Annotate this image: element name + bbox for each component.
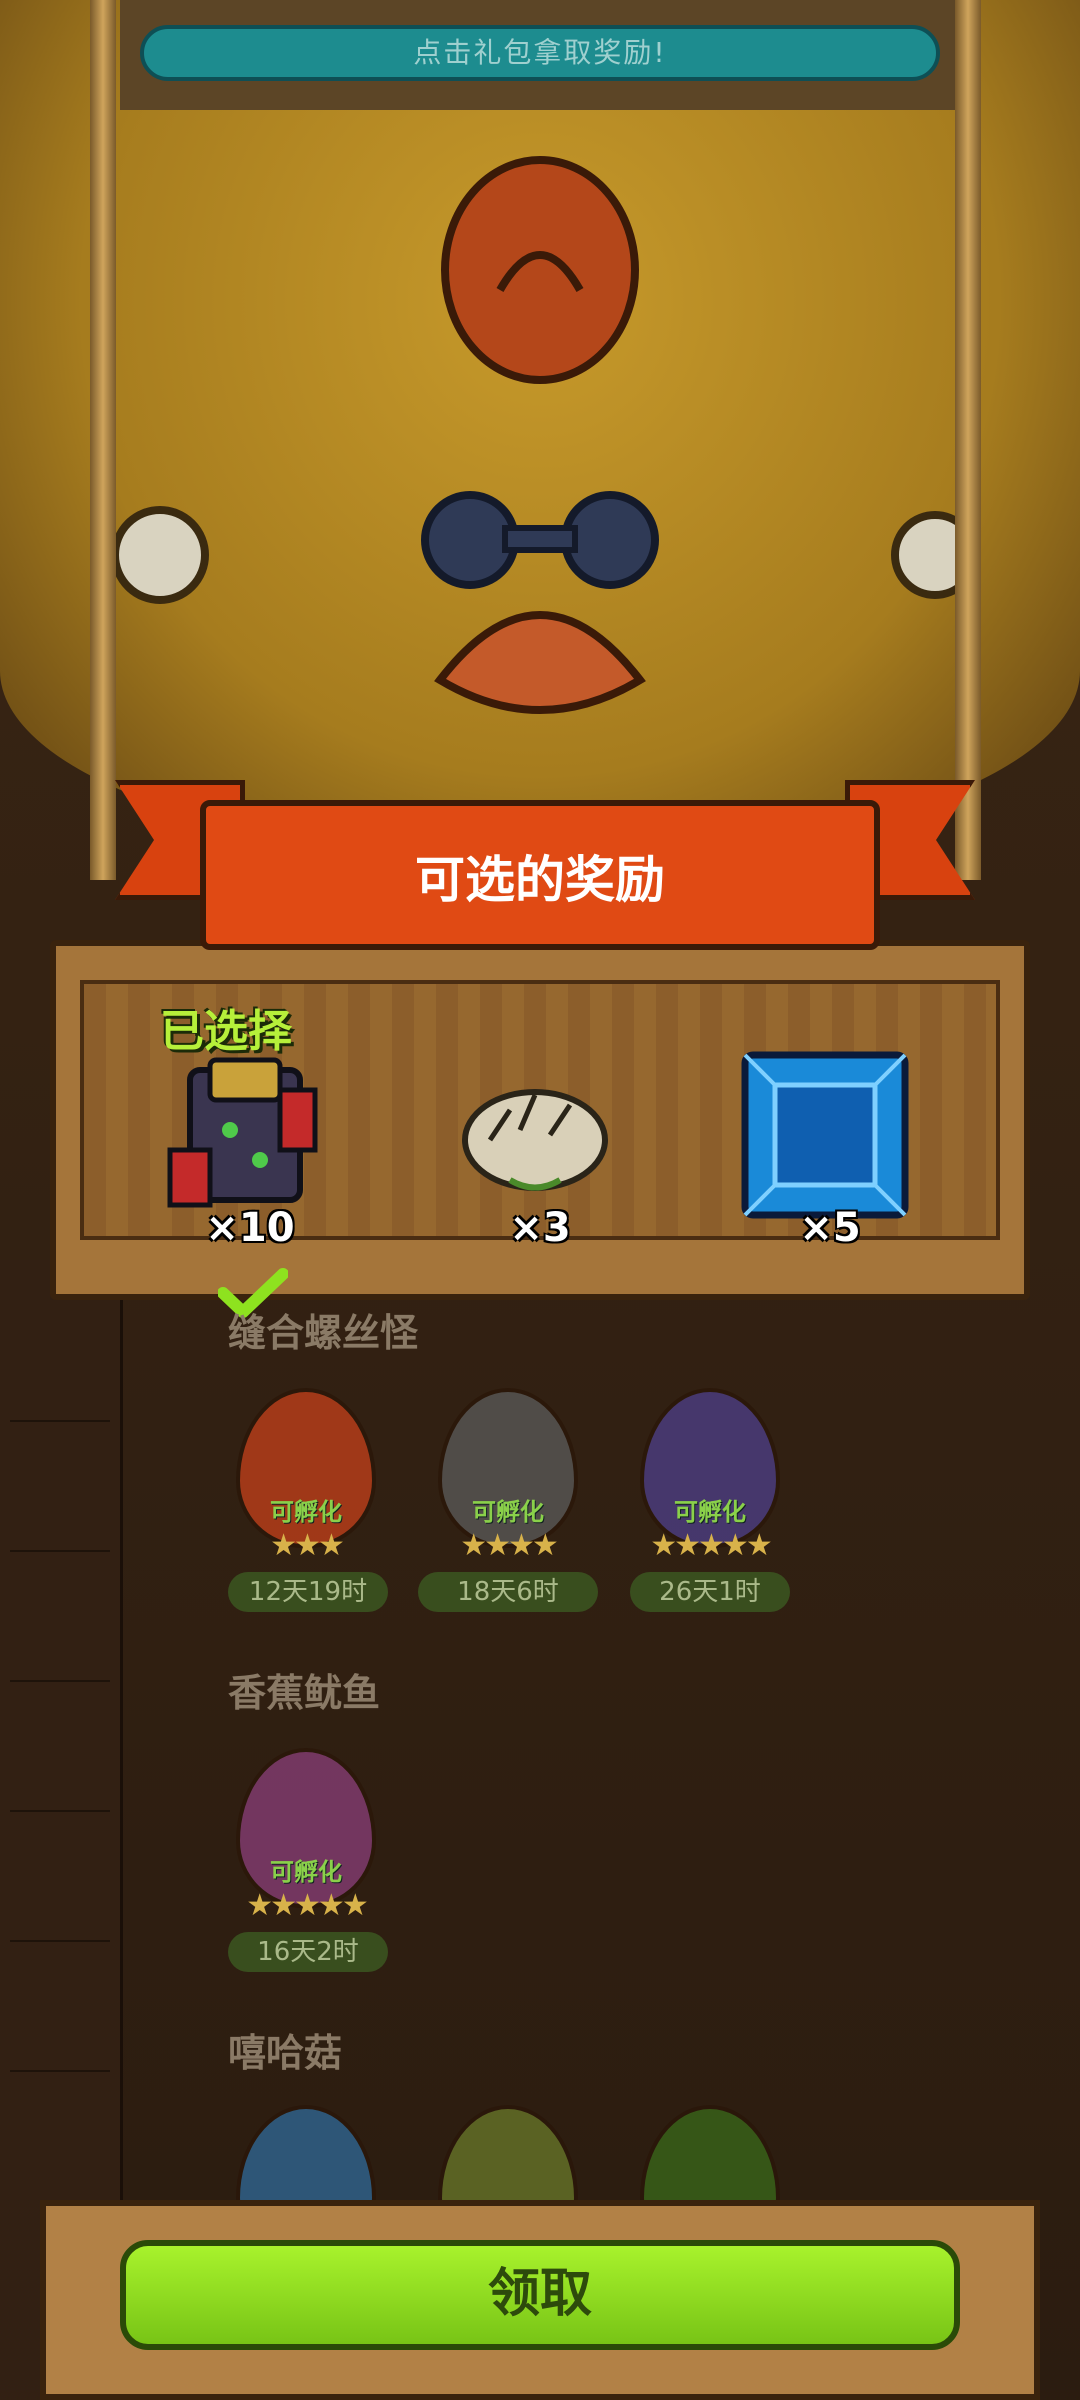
sidebar-item-banana-squid[interactable] (10, 1300, 110, 1422)
reward-qty-1: ×10 (205, 1205, 295, 1251)
section-title-1: 缝合螺丝怪 (228, 1311, 419, 1355)
bird-face-illustration (111, 156, 979, 714)
shell-creature-icon (462, 1089, 608, 1191)
section-title-3: 嘻哈菇 (228, 2031, 343, 2075)
sidebar-item-grape-monster[interactable] (10, 1560, 110, 1682)
right-rope (955, 0, 981, 880)
egg-timer-1-3: 26天1时 (630, 1572, 790, 1612)
robot-monster-icon (167, 1057, 318, 1208)
egg-stars-1-3: ★★★★★ (650, 1528, 772, 1563)
egg-tag-1-1: 可孵化 (270, 1498, 342, 1526)
reward-item-3[interactable] (740, 1050, 910, 1220)
section-title-2: 香蕉鱿鱼 (228, 1671, 381, 1715)
egg-tag-2-1: 可孵化 (270, 1858, 342, 1886)
egg-timer-2-1: 16天2时 (228, 1932, 388, 1972)
reward-qty-3: ×5 (799, 1205, 861, 1251)
left-rope (90, 0, 116, 880)
sidebar-item-yellow-monster[interactable] (10, 1690, 110, 1812)
reward-item-2[interactable] (450, 1050, 620, 1220)
egg-timer-1-1: 12天19时 (228, 1572, 388, 1612)
reward-item-1[interactable] (160, 1050, 330, 1220)
egg-timer-1-2: 18天6时 (418, 1572, 598, 1612)
reward-hint-text: 点击礼包拿取奖励! (140, 25, 940, 81)
reward-qty-2: ×3 (509, 1205, 571, 1251)
egg-tag-1-2: 可孵化 (472, 1498, 544, 1526)
egg-stars-2-1: ★★★★★ (246, 1888, 368, 1923)
egg-tag-1-3: 可孵化 (674, 1498, 746, 1526)
egg-stars-1-1: ★★★ (270, 1528, 345, 1563)
sidebar-item-flower-monster[interactable] (10, 1430, 110, 1552)
sidebar-item-bulb-monster[interactable] (10, 1820, 110, 1942)
panel-title: 可选的奖励 (415, 851, 665, 909)
sidebar-item-red-monster[interactable] (10, 1950, 110, 2072)
egg-stars-1-2: ★★★★ (460, 1528, 559, 1563)
blue-gem-icon (741, 1051, 909, 1219)
claim-button[interactable]: 领取 (120, 2240, 960, 2350)
bird-character-art (0, 0, 1080, 860)
